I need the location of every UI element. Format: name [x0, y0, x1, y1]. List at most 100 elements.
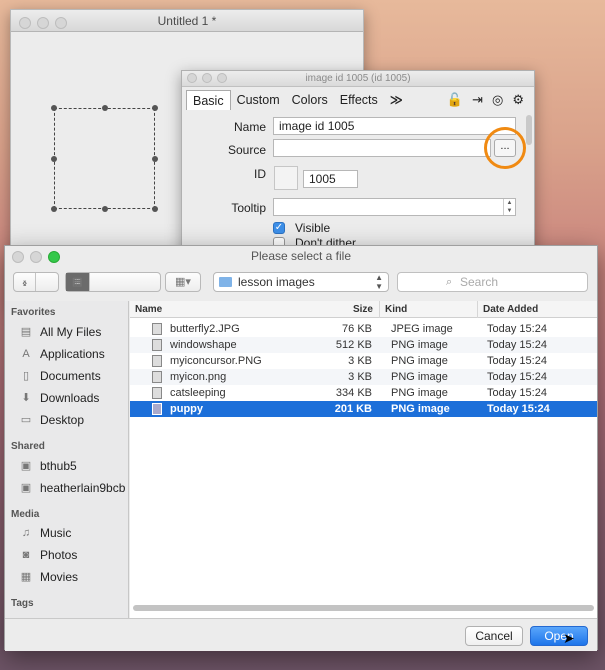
resize-handle[interactable] [152, 105, 158, 111]
tab-colors[interactable]: Colors [286, 90, 334, 110]
minimize-button[interactable] [202, 73, 212, 83]
lock-icon[interactable]: 🔓 [447, 92, 463, 108]
resize-handle[interactable] [102, 206, 108, 212]
sidebar-item-movies[interactable]: ▦ Movies [19, 567, 129, 587]
search-icon: ⌕ [446, 276, 453, 288]
more-tabs-icon[interactable]: ≫ [384, 90, 409, 110]
minimize-button[interactable] [30, 251, 42, 263]
tooltip-field[interactable]: ▲ ▼ [273, 198, 516, 216]
resize-handle[interactable] [51, 156, 57, 162]
zoom-button[interactable] [55, 17, 67, 29]
file-name: catsleeping [170, 387, 226, 399]
file-icon [152, 387, 162, 399]
file-dialog: Please select a file ‹ › ▦ ≡ ▥ ▤ ▦▾ less… [4, 245, 598, 651]
file-rows: butterfly2.JPG 76 KB JPEG image Today 15:24… [130, 321, 597, 601]
sidebar-item-all-my-files[interactable]: ▤ All My Files [19, 322, 129, 342]
image-selection-box[interactable] [51, 105, 158, 212]
sidebar-item-desktop[interactable]: ▭ Desktop [19, 410, 129, 430]
resize-handle[interactable] [51, 206, 57, 212]
file-kind: PNG image [391, 387, 448, 399]
applications-icon: A [22, 348, 30, 360]
untitled-titlebar[interactable]: Untitled 1 * [11, 10, 363, 32]
sidebar-item-downloads[interactable]: ⬇ Downloads [19, 388, 129, 408]
forward-button[interactable]: › [14, 273, 36, 291]
close-button[interactable] [12, 251, 24, 263]
resize-handle[interactable] [152, 206, 158, 212]
sidebar-item-music[interactable]: ♫ Music [19, 523, 129, 543]
sidebar-item-bthub5[interactable]: ▣ bthub5 [19, 456, 129, 476]
inspector-titlebar[interactable]: image id 1005 (id 1005) [182, 71, 534, 87]
open-button[interactable]: Open [530, 626, 588, 646]
column-header-size[interactable]: Size [244, 301, 379, 318]
file-icon [152, 339, 162, 351]
cancel-button[interactable]: Cancel [465, 626, 523, 646]
horizontal-scrollbar[interactable] [133, 605, 594, 611]
dialog-title: Please select a file [250, 249, 352, 263]
sidebar-item-heatherlain9bcb[interactable]: ▣ heatherlain9bcb [19, 478, 129, 498]
file-name: butterfly2.JPG [170, 323, 240, 335]
tooltip-stepper[interactable]: ▲ ▼ [503, 199, 515, 215]
column-header-name[interactable]: Name [130, 301, 244, 318]
resize-handle[interactable] [51, 105, 57, 111]
coverflow-view-button[interactable]: ▤ [66, 273, 88, 291]
inspector-scrollbar[interactable] [526, 115, 532, 145]
sidebar-item-photos[interactable]: ◙ Photos [19, 545, 129, 565]
table-row[interactable]: butterfly2.JPG 76 KB JPEG image Today 15:24 [130, 321, 597, 337]
export-icon[interactable]: ⇥ [472, 92, 483, 108]
inspector-tabbar: Basic Custom Colors Effects ≫ 🔓 ⇥ ◎ ⚙ [186, 89, 528, 111]
tab-custom[interactable]: Custom [231, 90, 286, 110]
sidebar-item-label: Movies [40, 570, 79, 584]
resize-handle[interactable] [102, 105, 108, 111]
file-kind: PNG image [391, 371, 448, 383]
sidebar-heading-shared: Shared [11, 441, 45, 452]
dialog-titlebar[interactable]: Please select a file [5, 246, 597, 268]
column-header-date[interactable]: Date Added [477, 301, 597, 318]
sidebar-heading-favorites: Favorites [11, 307, 56, 318]
close-button[interactable] [19, 17, 31, 29]
popup-arrows-icon: ▲ ▼ [375, 273, 383, 291]
file-icon [152, 323, 162, 335]
zoom-button[interactable] [217, 73, 227, 83]
table-row[interactable]: puppy 201 KB PNG image Today 15:24 [130, 401, 597, 417]
desktop-icon: ▭ [20, 414, 32, 426]
source-field[interactable] [273, 139, 491, 157]
table-row[interactable]: catsleeping 334 KB PNG image Today 15:24 [130, 385, 597, 401]
view-mode-selector: ▦ ≡ ▥ ▤ [65, 272, 161, 292]
tooltip-label: Tooltip [231, 201, 266, 215]
tab-effects[interactable]: Effects [334, 90, 384, 110]
id-field[interactable]: 1005 [303, 170, 358, 188]
close-button[interactable] [187, 73, 197, 83]
list-header: Name Size Kind Date Added [130, 301, 597, 318]
sidebar-item-label: Documents [40, 369, 101, 383]
file-name: windowshape [170, 339, 237, 351]
image-swatch[interactable] [274, 166, 298, 190]
target-icon[interactable]: ◎ [492, 92, 503, 108]
highlight-ring [484, 127, 526, 169]
table-row[interactable]: myicon.png 3 KB PNG image Today 15:24 [130, 369, 597, 385]
arrange-icon: ▦▾ [175, 276, 191, 288]
arrange-menu[interactable]: ▦▾ [165, 272, 201, 292]
file-name: puppy [170, 403, 203, 415]
zoom-button[interactable] [48, 251, 60, 263]
name-field[interactable]: image id 1005 [273, 117, 516, 135]
camera-icon: ◙ [22, 549, 30, 561]
sidebar-item-applications[interactable]: A Applications [19, 344, 129, 364]
search-input[interactable]: ⌕ Search [397, 272, 588, 292]
minimize-button[interactable] [37, 17, 49, 29]
table-row[interactable]: windowshape 512 KB PNG image Today 15:24 [130, 337, 597, 353]
table-row[interactable]: myiconcursor.PNG 3 KB PNG image Today 15:24 [130, 353, 597, 369]
folder-icon [219, 277, 232, 287]
visible-checkbox[interactable]: ✓ [273, 222, 285, 234]
file-size: 76 KB [342, 323, 372, 335]
gear-icon[interactable]: ⚙ [512, 92, 524, 108]
music-icon: ♫ [21, 527, 31, 539]
column-header-kind[interactable]: Kind [379, 301, 477, 318]
file-name: myiconcursor.PNG [170, 355, 262, 367]
resize-handle[interactable] [152, 156, 158, 162]
all-files-icon: ▤ [20, 326, 32, 338]
tab-basic[interactable]: Basic [186, 90, 231, 110]
file-date: Today 15:24 [487, 323, 547, 335]
location-popup[interactable]: lesson images ▲ ▼ [213, 272, 389, 292]
sidebar-item-documents[interactable]: ▯ Documents [19, 366, 129, 386]
sidebar-heading-media: Media [11, 509, 40, 520]
